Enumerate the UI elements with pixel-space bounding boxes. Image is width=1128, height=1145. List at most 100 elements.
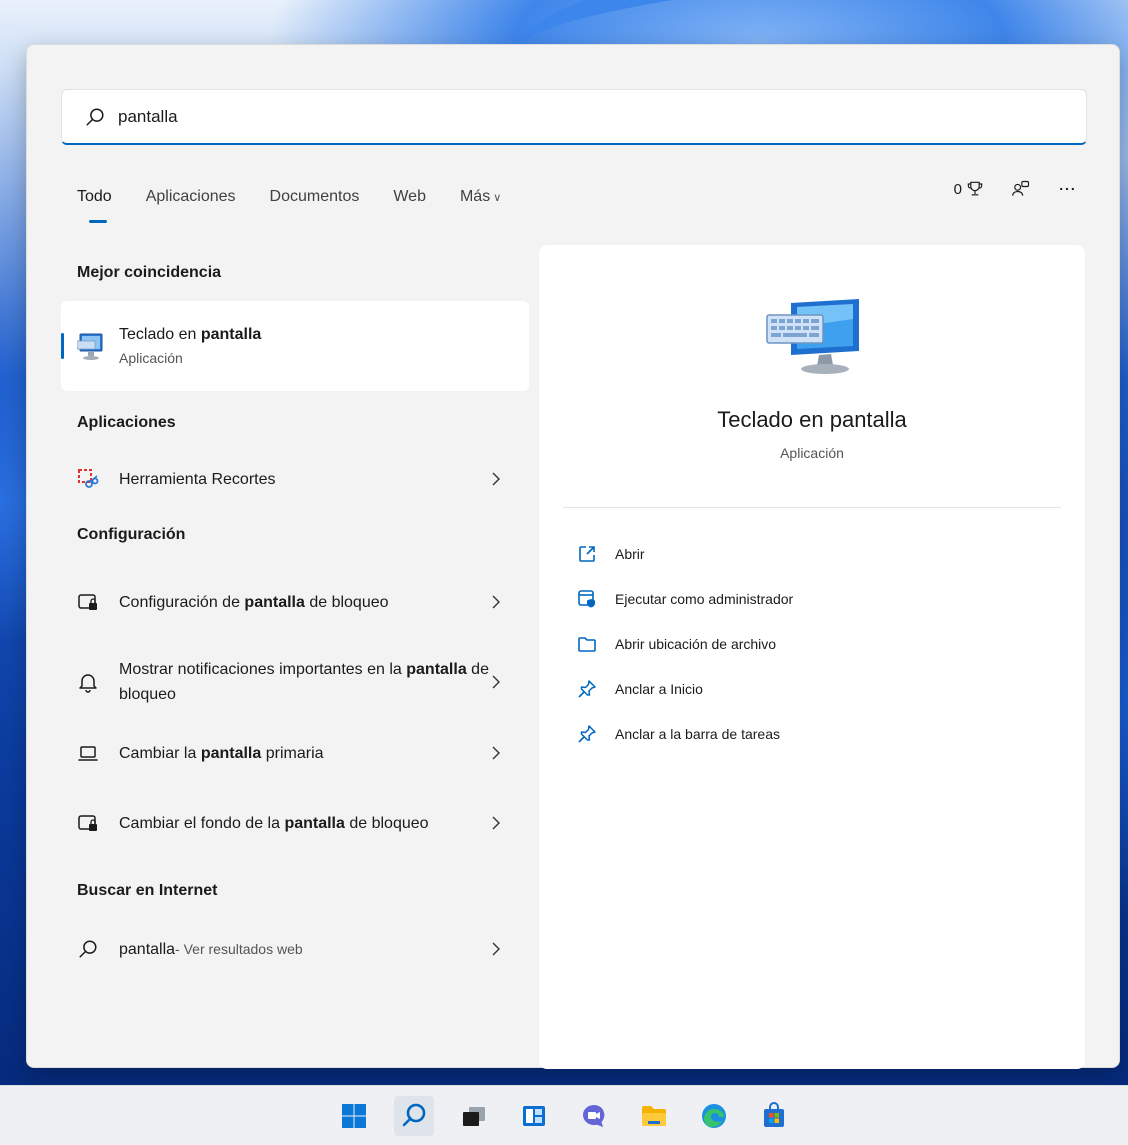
folder-icon bbox=[642, 1106, 666, 1126]
best-match-title: Teclado en pantalla bbox=[119, 326, 261, 344]
search-icon bbox=[402, 1103, 426, 1127]
tab-all[interactable]: Todo bbox=[77, 188, 112, 223]
setting-text-highlight: pantalla bbox=[406, 661, 467, 678]
taskbar bbox=[0, 1085, 1128, 1145]
trophy-icon bbox=[967, 181, 983, 196]
open-external-icon bbox=[579, 545, 595, 562]
store-icon bbox=[764, 1102, 784, 1127]
chevron-right-icon bbox=[492, 595, 500, 609]
on-screen-keyboard-icon bbox=[766, 299, 859, 374]
lock-screen-icon bbox=[78, 815, 97, 831]
action-pin-to-start[interactable]: Anclar a Inicio bbox=[577, 666, 793, 711]
more-options-button[interactable] bbox=[1057, 179, 1077, 199]
taskbar-store-button[interactable] bbox=[754, 1096, 794, 1136]
bell-icon bbox=[79, 674, 97, 693]
tab-web[interactable]: Web bbox=[393, 188, 426, 206]
preview-divider bbox=[563, 507, 1061, 508]
chevron-down-icon: ∨ bbox=[493, 192, 502, 204]
search-icon bbox=[86, 107, 104, 126]
taskbar-file-explorer-button[interactable] bbox=[634, 1096, 674, 1136]
setting-text: de bloqueo bbox=[344, 814, 429, 832]
section-settings: Configuración bbox=[77, 526, 186, 543]
action-open-file-location[interactable]: Abrir ubicación de archivo bbox=[577, 621, 793, 666]
tab-documents[interactable]: Documentos bbox=[270, 188, 360, 206]
setting-item-label: Cambiar la pantalla primaria bbox=[119, 741, 324, 766]
setting-item-lock-screen-notifications[interactable]: Mostrar notificaciones importantes en la… bbox=[61, 641, 529, 723]
app-item-snipping-tool[interactable]: Herramienta Recortes bbox=[61, 451, 529, 507]
taskbar-widgets-button[interactable] bbox=[514, 1096, 554, 1136]
action-run-as-admin[interactable]: Ejecutar como administrador bbox=[577, 576, 793, 621]
teams-chat-icon bbox=[583, 1104, 605, 1127]
search-input[interactable] bbox=[118, 106, 1018, 127]
windows-logo-icon bbox=[342, 1104, 366, 1128]
chevron-right-icon bbox=[492, 746, 500, 760]
on-screen-keyboard-icon bbox=[77, 333, 103, 360]
setting-item-label: Cambiar el fondo de la pantalla de bloqu… bbox=[119, 811, 429, 836]
setting-text-highlight: pantalla bbox=[200, 744, 262, 762]
search-toolbar: 0 bbox=[954, 179, 1077, 199]
setting-text: Mostrar notificaciones importantes en la bbox=[119, 661, 407, 678]
web-search-query: pantalla bbox=[119, 940, 176, 958]
chevron-right-icon bbox=[492, 942, 500, 956]
setting-item-lock-screen-background[interactable]: Cambiar el fondo de la pantalla de bloqu… bbox=[61, 783, 529, 863]
setting-item-label: Mostrar notificaciones importantes en la… bbox=[119, 657, 489, 707]
task-view-icon bbox=[463, 1107, 485, 1126]
best-match-title-text: Teclado en bbox=[119, 326, 201, 343]
section-web: Buscar en Internet bbox=[77, 882, 218, 899]
preview-actions: Abrir Ejecutar como administrador Abrir … bbox=[577, 531, 793, 756]
filter-tabs: Todo Aplicaciones Documentos Web Más ∨ bbox=[77, 185, 535, 223]
setting-text: Configuración de bbox=[119, 593, 245, 611]
chevron-right-icon bbox=[492, 675, 500, 689]
action-label: Ejecutar como administrador bbox=[615, 590, 794, 607]
taskbar-start-button[interactable] bbox=[334, 1096, 374, 1136]
laptop-icon bbox=[78, 746, 98, 761]
web-search-suffix: - Ver resultados web bbox=[175, 940, 303, 957]
setting-text: Cambiar la bbox=[119, 744, 201, 762]
taskbar-edge-button[interactable] bbox=[694, 1096, 734, 1136]
edge-browser-icon bbox=[702, 1104, 726, 1128]
folder-icon bbox=[578, 636, 596, 652]
setting-item-lock-screen-settings[interactable]: Configuración de pantalla de bloqueo bbox=[61, 563, 529, 641]
action-label: Abrir bbox=[615, 545, 645, 562]
setting-item-primary-display[interactable]: Cambiar la pantalla primaria bbox=[61, 723, 529, 783]
lock-screen-icon bbox=[78, 594, 97, 610]
setting-text: Cambiar el fondo de la bbox=[119, 814, 285, 832]
rewards-button[interactable]: 0 bbox=[954, 179, 985, 199]
preview-title: Teclado en pantalla bbox=[717, 407, 907, 432]
app-item-label: Herramienta Recortes bbox=[119, 470, 276, 488]
tab-apps[interactable]: Aplicaciones bbox=[146, 188, 236, 206]
setting-text: de bloqueo bbox=[304, 593, 389, 611]
preview-pane: Teclado en pantalla Aplicación Abrir Eje… bbox=[539, 245, 1085, 1069]
action-label: Anclar a la barra de tareas bbox=[615, 725, 780, 742]
pin-icon bbox=[578, 724, 596, 743]
best-match-title-highlight: pantalla bbox=[200, 326, 262, 343]
rewards-points: 0 bbox=[953, 180, 962, 198]
preview-subtitle: Aplicación bbox=[780, 445, 844, 461]
search-panel: Todo Aplicaciones Documentos Web Más∨ 0 bbox=[26, 44, 1120, 1069]
shield-window-icon bbox=[578, 589, 595, 607]
people-icon bbox=[1012, 180, 1030, 196]
setting-item-label: Configuración de pantalla de bloqueo bbox=[119, 590, 389, 615]
taskbar-task-view-button[interactable] bbox=[454, 1096, 494, 1136]
best-match-item[interactable]: Teclado en pantalla Aplicación bbox=[61, 301, 529, 391]
widgets-icon bbox=[523, 1106, 545, 1126]
setting-text-highlight: pantalla bbox=[244, 593, 305, 611]
taskbar-chat-button[interactable] bbox=[574, 1096, 614, 1136]
tab-more-label: Más bbox=[459, 188, 491, 205]
action-label: Abrir ubicación de archivo bbox=[615, 635, 777, 652]
search-icon bbox=[79, 940, 97, 958]
tab-more[interactable]: Más ∨ bbox=[460, 188, 501, 206]
setting-text-highlight: pantalla bbox=[284, 814, 345, 832]
action-label: Anclar a Inicio bbox=[615, 680, 703, 697]
section-apps: Aplicaciones bbox=[77, 414, 176, 431]
chevron-right-icon bbox=[492, 472, 500, 486]
results-list: Mejor coincidencia Teclado en pantalla A… bbox=[61, 245, 529, 979]
ellipsis-icon bbox=[1060, 187, 1074, 191]
account-button[interactable] bbox=[1011, 179, 1031, 199]
action-open[interactable]: Abrir bbox=[577, 531, 793, 576]
search-box[interactable] bbox=[61, 89, 1087, 145]
snipping-tool-icon bbox=[78, 469, 99, 488]
action-pin-to-taskbar[interactable]: Anclar a la barra de tareas bbox=[577, 711, 793, 756]
taskbar-search-button[interactable] bbox=[394, 1096, 434, 1136]
web-search-item[interactable]: pantalla - Ver resultados web bbox=[61, 919, 529, 979]
